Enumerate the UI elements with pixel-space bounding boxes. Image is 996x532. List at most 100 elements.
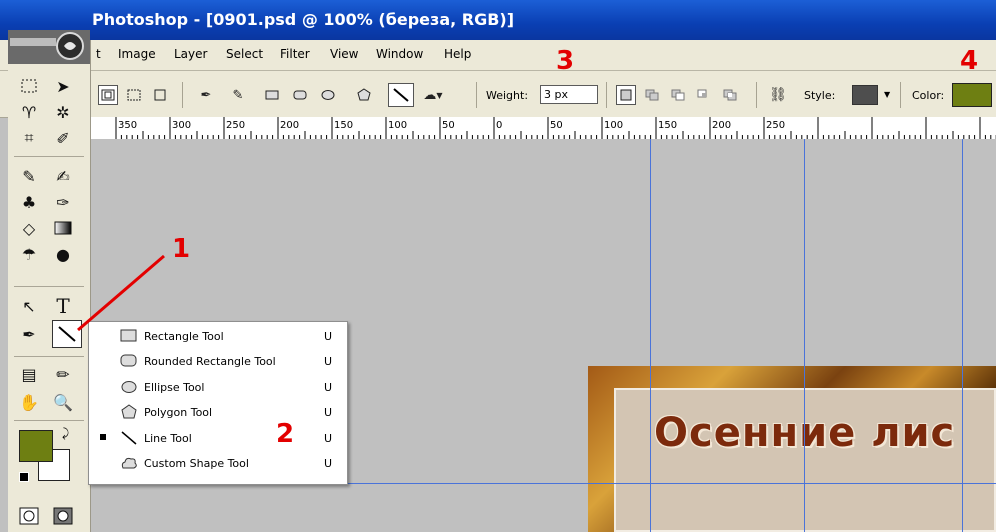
flyout-item-label: Rounded Rectangle Tool xyxy=(144,355,276,368)
window-title: Photoshop - [0901.psd @ 100% (береза, RG… xyxy=(92,10,515,29)
pen-tool-button[interactable]: ✒ xyxy=(196,85,216,105)
quick-mask-button[interactable] xyxy=(50,504,76,528)
exclude-shape-area-button[interactable] xyxy=(720,85,740,105)
slice-tool[interactable]: ✐ xyxy=(50,126,76,150)
clone-stamp-tool[interactable]: ♣ xyxy=(16,190,42,214)
chevron-down-icon[interactable]: ▼ xyxy=(884,90,890,99)
magic-wand-tool[interactable]: ✲ xyxy=(50,100,76,124)
path-selection-tool[interactable]: ↖ xyxy=(16,294,42,318)
move-icon: ➤ xyxy=(56,76,70,96)
guide-line xyxy=(804,139,805,532)
shape-layers-button[interactable] xyxy=(98,85,118,105)
line-shape-button[interactable] xyxy=(388,83,414,107)
subtract-shape-area-button[interactable] xyxy=(668,85,688,105)
color-swatch[interactable] xyxy=(952,83,992,107)
fill-pixels-button[interactable] xyxy=(150,85,170,105)
standard-mode-button[interactable] xyxy=(16,504,42,528)
lasso-icon: ♈ xyxy=(21,102,37,122)
style-label: Style: xyxy=(804,89,836,102)
link-button[interactable]: ⛓ xyxy=(768,85,788,105)
intersect-shape-area-button[interactable] xyxy=(694,85,714,105)
callout-number: 2 xyxy=(276,419,295,449)
ruler-label: 250 xyxy=(766,120,785,131)
menu-item-window[interactable]: Window xyxy=(376,47,423,61)
subtract-shape-area-icon xyxy=(671,89,685,101)
flyout-item-shortcut: U xyxy=(324,457,333,470)
chevron-down-icon: ▼ xyxy=(436,90,443,100)
eraser-icon: ◇ xyxy=(22,218,36,238)
flyout-item-shortcut: U xyxy=(324,355,333,368)
flyout-item-label: Polygon Tool xyxy=(144,406,213,419)
healing-brush-tool[interactable]: ✎ xyxy=(16,164,42,188)
hand-tool[interactable]: ✋ xyxy=(16,390,42,414)
add-shape-area-button[interactable] xyxy=(642,85,662,105)
marquee-icon xyxy=(21,79,37,93)
line-icon xyxy=(121,431,137,445)
foreground-color-swatch[interactable] xyxy=(19,430,53,462)
pen-tool[interactable]: ✒ xyxy=(16,322,42,346)
style-swatch[interactable] xyxy=(852,85,878,105)
toolbox-separator xyxy=(14,156,84,157)
blur-tool[interactable]: ☂ xyxy=(16,242,42,266)
ruler-label: 0 xyxy=(496,120,502,131)
chain-link-icon: ⛓ xyxy=(769,87,787,103)
ruler-label: 150 xyxy=(658,120,677,131)
options-separator xyxy=(606,82,607,108)
rectangle-shape-button[interactable] xyxy=(262,85,282,105)
toolbox-header xyxy=(8,30,90,64)
ruler-label: 100 xyxy=(604,120,623,131)
default-colors-icon[interactable] xyxy=(19,472,29,482)
menu-item-filter[interactable]: Filter xyxy=(280,47,310,61)
flyout-item-ellipse[interactable]: Ellipse Tool U xyxy=(96,376,342,400)
flyout-item-polygon[interactable]: Polygon Tool U xyxy=(96,401,342,425)
weight-input[interactable] xyxy=(540,85,598,104)
flyout-item-custom-shape[interactable]: Custom Shape Tool U xyxy=(96,452,342,476)
note-icon: ▤ xyxy=(21,364,37,384)
ellipse-shape-button[interactable] xyxy=(318,85,338,105)
freeform-pen-button[interactable]: ✎ xyxy=(228,85,248,105)
callout-number: 1 xyxy=(172,234,191,264)
intersect-shape-area-icon xyxy=(697,89,707,98)
menu-item-layer-partial[interactable]: t xyxy=(96,47,101,61)
custom-shape-button[interactable]: ☁ ▼ xyxy=(418,85,448,105)
move-tool[interactable]: ➤ xyxy=(50,74,76,98)
ellipse-icon xyxy=(121,381,137,393)
ruler-label: 200 xyxy=(712,120,731,131)
options-separator xyxy=(756,82,757,108)
lasso-tool[interactable]: ♈ xyxy=(16,100,42,124)
polygon-shape-button[interactable] xyxy=(354,85,374,105)
flyout-item-line[interactable]: Line Tool U xyxy=(96,427,342,451)
color-label: Color: xyxy=(912,89,945,102)
exclude-shape-area-icon xyxy=(723,89,737,101)
paths-button[interactable] xyxy=(124,85,144,105)
menu-item-image[interactable]: Image xyxy=(118,47,156,61)
add-shape-area-icon xyxy=(645,89,659,101)
brush-tool[interactable]: ✍ xyxy=(50,164,76,188)
rounded-rectangle-icon xyxy=(120,354,137,367)
flyout-item-shortcut: U xyxy=(324,406,333,419)
rectangle-icon xyxy=(265,90,279,100)
eraser-tool[interactable]: ◇ xyxy=(16,216,42,240)
marquee-tool[interactable] xyxy=(16,74,42,98)
flyout-item-rounded-rectangle[interactable]: Rounded Rectangle Tool U xyxy=(96,350,342,374)
new-shape-area-icon xyxy=(620,89,632,101)
eyedropper-tool[interactable]: ✏ xyxy=(50,362,76,386)
quick-mask-icon xyxy=(53,507,73,525)
rounded-rectangle-shape-button[interactable] xyxy=(290,85,310,105)
menu-item-view[interactable]: View xyxy=(330,47,358,61)
gradient-tool[interactable] xyxy=(50,216,76,240)
zoom-tool[interactable]: 🔍 xyxy=(50,390,76,414)
crop-tool[interactable]: ⌗ xyxy=(16,126,42,150)
history-brush-tool[interactable]: ✑ xyxy=(50,190,76,214)
line-icon xyxy=(393,88,409,102)
menu-item-layer[interactable]: Layer xyxy=(174,47,207,61)
notes-tool[interactable]: ▤ xyxy=(16,362,42,386)
custom-shape-icon xyxy=(121,457,137,469)
create-new-shape-button[interactable] xyxy=(616,85,636,105)
menu-item-select[interactable]: Select xyxy=(226,47,263,61)
flyout-item-shortcut: U xyxy=(324,330,333,343)
menu-item-help[interactable]: Help xyxy=(444,47,471,61)
flyout-item-shortcut: U xyxy=(324,381,333,394)
brush-icon: ✍ xyxy=(56,166,70,186)
swap-colors-icon[interactable]: ⤸ xyxy=(62,426,69,441)
